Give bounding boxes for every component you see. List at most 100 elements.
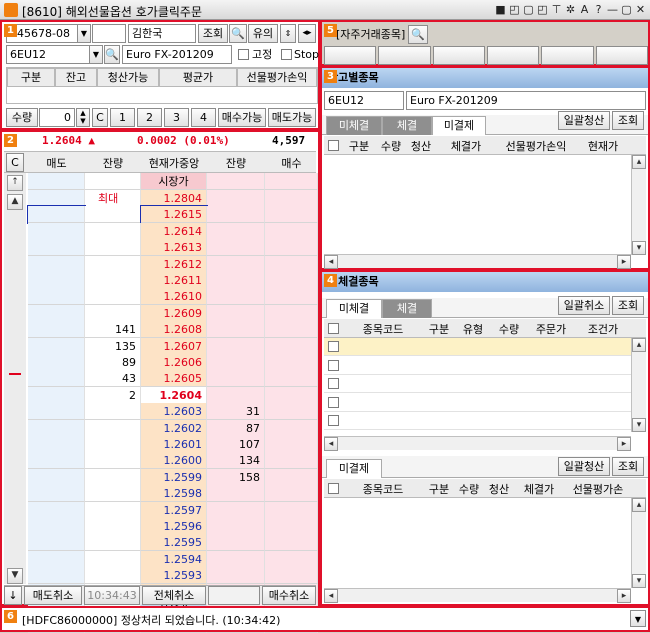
system-icon[interactable]: ■ xyxy=(495,3,506,16)
ladder-row[interactable]: 1.2595 xyxy=(28,534,318,552)
buy-cell[interactable] xyxy=(265,321,318,339)
scroll-right-icon[interactable]: ▸ xyxy=(617,589,631,603)
price-cell[interactable]: 1.2603 xyxy=(141,403,207,421)
status-dropdown-icon[interactable]: ▼ xyxy=(630,610,646,627)
sell-cell[interactable] xyxy=(28,452,85,470)
ladder-row[interactable]: 1.2602 87 xyxy=(28,419,318,437)
qty-input[interactable]: 0 xyxy=(39,108,75,127)
price-cell[interactable]: 1.2597 xyxy=(141,501,207,519)
sell-cell[interactable] xyxy=(28,550,85,568)
buy-cell[interactable] xyxy=(265,419,318,437)
sell-cell[interactable] xyxy=(28,370,85,388)
symbol-search-icon[interactable]: 🔍 xyxy=(104,45,120,64)
price-cell[interactable]: 1.2593 xyxy=(141,567,207,585)
system-icon[interactable]: ▢ xyxy=(621,3,632,16)
query-button[interactable]: 조회 xyxy=(198,24,228,43)
buy-cell[interactable] xyxy=(265,518,318,535)
open-position-query-button[interactable]: 조회 xyxy=(612,457,644,476)
favorite-slot-button[interactable] xyxy=(378,46,431,65)
unfilled-row[interactable] xyxy=(324,357,631,375)
ladder-row[interactable]: 43 1.2605 xyxy=(28,370,318,388)
system-icon[interactable]: ✲ xyxy=(565,3,576,16)
sell-cell[interactable] xyxy=(28,436,85,453)
unfilled-select-all-checkbox[interactable] xyxy=(328,323,339,334)
ladder-row[interactable]: 1.2611 xyxy=(28,272,318,289)
favorite-button[interactable]: 유의 xyxy=(248,24,278,43)
scroll-down-icon[interactable]: ▼ xyxy=(7,568,23,584)
sell-cell[interactable] xyxy=(28,354,85,371)
scroll-left-icon[interactable]: ◂ xyxy=(324,437,338,451)
account-dropdown-icon[interactable]: ▼ xyxy=(77,24,91,43)
sell-cell[interactable] xyxy=(28,239,85,257)
row-checkbox[interactable] xyxy=(328,378,339,389)
buy-cell[interactable] xyxy=(265,534,318,552)
price-cell[interactable]: 1.2594 xyxy=(141,550,207,568)
system-icon[interactable]: ⊤ xyxy=(551,3,562,16)
buy-available-button[interactable]: 매수가능 xyxy=(218,108,266,127)
scroll-up-icon[interactable]: ▴ xyxy=(632,338,646,352)
ladder-row[interactable]: 1.2610 xyxy=(28,288,318,306)
scroll-left-icon[interactable]: ◂ xyxy=(324,589,338,603)
ladder-row[interactable]: 1.2600 134 xyxy=(28,452,318,470)
price-cell[interactable]: 1.2615 xyxy=(140,205,208,225)
scroll-down-icon[interactable]: ▾ xyxy=(632,418,646,432)
price-cell[interactable]: 1.2607 xyxy=(141,337,207,355)
price-cell[interactable]: 1.2614 xyxy=(141,222,207,240)
scroll-bottom-icon[interactable]: ↓ xyxy=(4,586,22,605)
scroll-top-icon[interactable]: ↑ xyxy=(7,175,23,191)
symbol-code-field[interactable]: 6EU12 xyxy=(6,45,90,64)
unfilled-row[interactable] xyxy=(324,412,631,430)
tab-open-position[interactable]: 미결제 xyxy=(432,116,486,135)
ladder-row[interactable]: 1.2614 xyxy=(28,222,318,240)
favorite-slot-button[interactable] xyxy=(486,46,540,65)
sell-cell[interactable] xyxy=(27,205,86,225)
qty-preset-button[interactable]: 1 xyxy=(110,108,135,127)
buy-cell[interactable] xyxy=(265,272,318,289)
ladder-row[interactable]: 1.2615 xyxy=(27,205,318,225)
balance-hscrollbar[interactable]: ◂ ▸ xyxy=(324,254,631,269)
buy-cell[interactable] xyxy=(265,468,318,486)
ladder-row[interactable]: 1.2601 107 xyxy=(28,436,318,453)
sell-cell[interactable] xyxy=(28,518,85,535)
unfilled-row[interactable] xyxy=(324,338,631,356)
sell-cell[interactable] xyxy=(28,337,85,355)
favorite-slot-button[interactable] xyxy=(432,46,485,65)
sell-cell[interactable] xyxy=(28,272,85,289)
sell-cell[interactable] xyxy=(28,255,85,273)
ladder-clear-button[interactable]: C xyxy=(6,153,24,172)
scroll-up-icon[interactable]: ▴ xyxy=(632,155,646,169)
bulk-cancel-button[interactable]: 일괄취소 xyxy=(558,296,610,315)
system-icon[interactable]: ? xyxy=(593,3,604,16)
price-cell[interactable]: 1.2611 xyxy=(141,272,207,289)
buy-cell[interactable] xyxy=(265,485,318,503)
tab-filled[interactable]: 체결 xyxy=(382,299,432,318)
buy-cell[interactable] xyxy=(265,255,318,273)
open-select-all-checkbox[interactable] xyxy=(328,483,339,494)
ladder-row[interactable]: 1.2594 xyxy=(28,550,318,568)
ladder-row[interactable]: 135 1.2607 xyxy=(28,337,318,355)
buy-cell[interactable] xyxy=(265,173,318,190)
scroll-up-icon[interactable]: ▴ xyxy=(632,498,646,512)
price-cell[interactable]: 1.2609 xyxy=(141,304,207,322)
price-cell[interactable]: 1.2612 xyxy=(141,255,207,273)
buy-cell[interactable] xyxy=(265,239,318,257)
sell-cancel-button[interactable]: 매도취소 xyxy=(24,586,82,605)
scroll-down-icon[interactable]: ▾ xyxy=(632,574,646,588)
favorite-slot-button[interactable] xyxy=(324,46,377,65)
scroll-left-icon[interactable]: ◂ xyxy=(324,255,338,269)
ladder-row[interactable]: 1.2612 xyxy=(28,255,318,273)
ladder-row[interactable]: 1.2596 xyxy=(28,518,318,535)
qty-preset-button[interactable]: 2 xyxy=(137,108,162,127)
buy-cell[interactable] xyxy=(265,354,318,371)
system-icon[interactable]: A xyxy=(579,3,590,16)
price-cell[interactable]: 1.2600 xyxy=(141,452,207,470)
system-icon[interactable]: ✕ xyxy=(635,3,646,16)
sell-available-button[interactable]: 매도가능 xyxy=(268,108,316,127)
ladder-row[interactable]: 141 1.2608 xyxy=(28,321,318,339)
ladder-row[interactable]: 1.2597 xyxy=(28,501,318,519)
price-cell[interactable]: 1.2608 xyxy=(141,321,207,339)
search-icon[interactable]: 🔍 xyxy=(229,24,247,43)
price-cell[interactable]: 1.2610 xyxy=(141,288,207,306)
open-vscrollbar[interactable]: ▴ ▾ xyxy=(631,498,646,588)
row-checkbox[interactable] xyxy=(328,359,339,371)
